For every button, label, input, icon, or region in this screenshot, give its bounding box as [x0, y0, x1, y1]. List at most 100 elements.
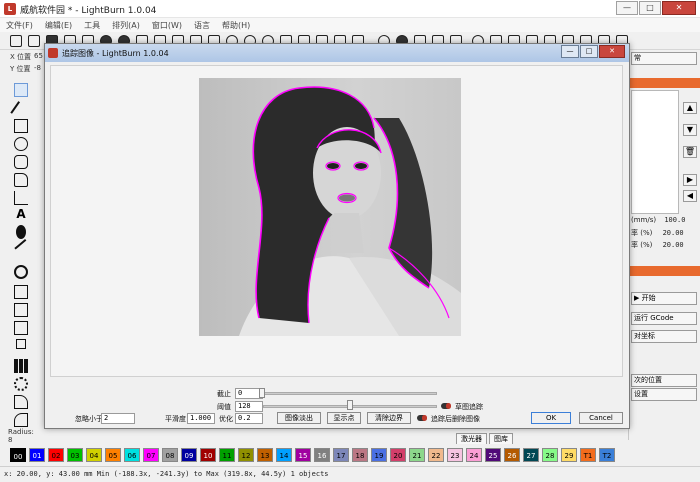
color-swatch-26[interactable]: 26 — [504, 448, 520, 462]
color-swatch-20[interactable]: 20 — [390, 448, 406, 462]
rectangle-tool-icon[interactable] — [14, 119, 28, 133]
color-swatch-10[interactable]: 10 — [200, 448, 216, 462]
color-swatch-05[interactable]: 05 — [105, 448, 121, 462]
edit-nodes-icon[interactable] — [10, 101, 22, 115]
path-icon[interactable] — [14, 395, 28, 409]
minimize-button[interactable]: — — [616, 1, 638, 15]
color-swatch-19[interactable]: 19 — [371, 448, 387, 462]
text-tool-icon[interactable]: A — [14, 207, 28, 221]
start-button[interactable]: ▶ 开始 — [631, 292, 697, 305]
new-file-icon[interactable] — [10, 35, 22, 47]
color-swatch-03[interactable]: 03 — [67, 448, 83, 462]
dialog-minimize-button[interactable]: — — [561, 45, 579, 58]
color-swatch-22[interactable]: 22 — [428, 448, 444, 462]
color-swatch-t2[interactable]: T2 — [599, 448, 615, 462]
select-tool-icon[interactable] — [14, 83, 28, 97]
move-down-button[interactable]: ▼ — [683, 124, 697, 136]
polygon-tool-icon[interactable] — [14, 155, 28, 169]
cuts-layers-list[interactable] — [631, 90, 679, 214]
delete-after-trace-toggle[interactable] — [417, 415, 427, 421]
cutoff-slider-handle[interactable] — [259, 388, 265, 398]
speed-value[interactable]: 100.0 — [664, 216, 685, 224]
subtract-icon[interactable] — [14, 321, 28, 335]
color-swatch-17[interactable]: 17 — [333, 448, 349, 462]
saved-position-button[interactable]: 次的位置 — [631, 374, 697, 387]
color-swatch-28[interactable]: 28 — [542, 448, 558, 462]
trace-preview-area[interactable] — [50, 65, 623, 377]
y-position-input[interactable]: -8 — [34, 64, 41, 72]
ok-button[interactable]: OK — [531, 412, 571, 424]
run-gcode-button[interactable]: 运行 GCode — [631, 312, 697, 325]
optimize-input[interactable]: 0.2 — [235, 413, 263, 424]
open-folder-icon[interactable] — [28, 35, 40, 47]
menu-edit[interactable]: 编辑(E) — [45, 20, 72, 31]
nav-right-icon[interactable]: ▶ — [683, 174, 697, 186]
delete-layer-icon[interactable]: 🗑 — [683, 146, 697, 158]
intersect-icon[interactable] — [16, 339, 26, 349]
cancel-button[interactable]: Cancel — [579, 412, 623, 424]
weld-icon[interactable] — [14, 285, 28, 299]
color-swatch-13[interactable]: 13 — [257, 448, 273, 462]
sketch-trace-toggle[interactable] — [441, 403, 451, 409]
coordinate-select[interactable]: 对坐标 — [631, 330, 697, 343]
close-button[interactable]: ✕ — [662, 1, 696, 15]
offset-icon[interactable] — [14, 265, 28, 279]
color-swatch-08[interactable]: 08 — [162, 448, 178, 462]
color-swatch-16[interactable]: 16 — [314, 448, 330, 462]
menu-help[interactable]: 帮助(H) — [222, 20, 250, 31]
dialog-close-button[interactable]: ✕ — [599, 45, 625, 58]
smoothness-input[interactable]: 1.000 — [187, 413, 215, 424]
radius-value[interactable]: 8 — [8, 436, 12, 444]
color-swatch-06[interactable]: 06 — [124, 448, 140, 462]
show-points-button[interactable]: 显示点 — [327, 412, 361, 424]
color-swatch-27[interactable]: 27 — [523, 448, 539, 462]
circular-array-icon[interactable] — [14, 377, 28, 391]
color-swatch-14[interactable]: 14 — [276, 448, 292, 462]
clear-bounds-button[interactable]: 清除边界 — [367, 412, 411, 424]
color-swatch-02[interactable]: 02 — [48, 448, 64, 462]
color-swatch-04[interactable]: 04 — [86, 448, 102, 462]
threshold-input[interactable]: 128 — [235, 401, 263, 412]
union-icon[interactable] — [14, 303, 28, 317]
ellipse-tool-icon[interactable] — [14, 137, 28, 151]
color-swatch-25[interactable]: 25 — [485, 448, 501, 462]
menu-language[interactable]: 语言 — [194, 20, 210, 31]
tab-library[interactable]: 图库 — [489, 433, 513, 444]
color-swatch-24[interactable]: 24 — [466, 448, 482, 462]
ruler-icon[interactable] — [14, 238, 28, 252]
color-swatch-11[interactable]: 11 — [219, 448, 235, 462]
nav-left-icon[interactable]: ◀ — [683, 190, 697, 202]
color-swatch-01[interactable]: 01 — [29, 448, 45, 462]
grid-array-icon[interactable] — [14, 359, 28, 373]
device-settings-button[interactable]: 设置 — [631, 388, 697, 401]
color-swatch-29[interactable]: 29 — [561, 448, 577, 462]
cutoff-slider[interactable] — [263, 392, 437, 395]
color-swatch-21[interactable]: 21 — [409, 448, 425, 462]
threshold-slider-handle[interactable] — [347, 400, 353, 410]
maximize-button[interactable]: □ — [639, 1, 661, 15]
color-swatch-15[interactable]: 15 — [295, 448, 311, 462]
menu-arrange[interactable]: 排列(A) — [112, 20, 140, 31]
line-tool-icon[interactable] — [14, 173, 28, 187]
menu-tools[interactable]: 工具 — [84, 20, 100, 31]
color-swatch-23[interactable]: 23 — [447, 448, 463, 462]
right-dropdown[interactable]: 常 — [631, 52, 697, 65]
menu-file[interactable]: 文件(F) — [6, 20, 33, 31]
position-laser-icon[interactable] — [16, 225, 26, 239]
min-power-value[interactable]: 20.00 — [663, 229, 684, 237]
fade-image-button[interactable]: 图像淡出 — [277, 412, 321, 424]
color-swatch-09[interactable]: 09 — [181, 448, 197, 462]
ignore-less-input[interactable]: 2 — [101, 413, 135, 424]
color-swatch-00[interactable]: 00 — [10, 448, 26, 462]
move-up-button[interactable]: ▲ — [683, 102, 697, 114]
color-swatch-07[interactable]: 07 — [143, 448, 159, 462]
color-swatch-18[interactable]: 18 — [352, 448, 368, 462]
tab-laser[interactable]: 激光器 — [456, 433, 487, 444]
measure-tool-icon[interactable] — [14, 191, 28, 205]
color-swatch-t1[interactable]: T1 — [580, 448, 596, 462]
dialog-maximize-button[interactable]: □ — [580, 45, 598, 58]
x-position-input[interactable]: 65 — [34, 52, 43, 60]
max-power-value[interactable]: 20.00 — [663, 241, 684, 249]
corner-radius-icon[interactable] — [14, 413, 28, 427]
menu-window[interactable]: 窗口(W) — [152, 20, 182, 31]
